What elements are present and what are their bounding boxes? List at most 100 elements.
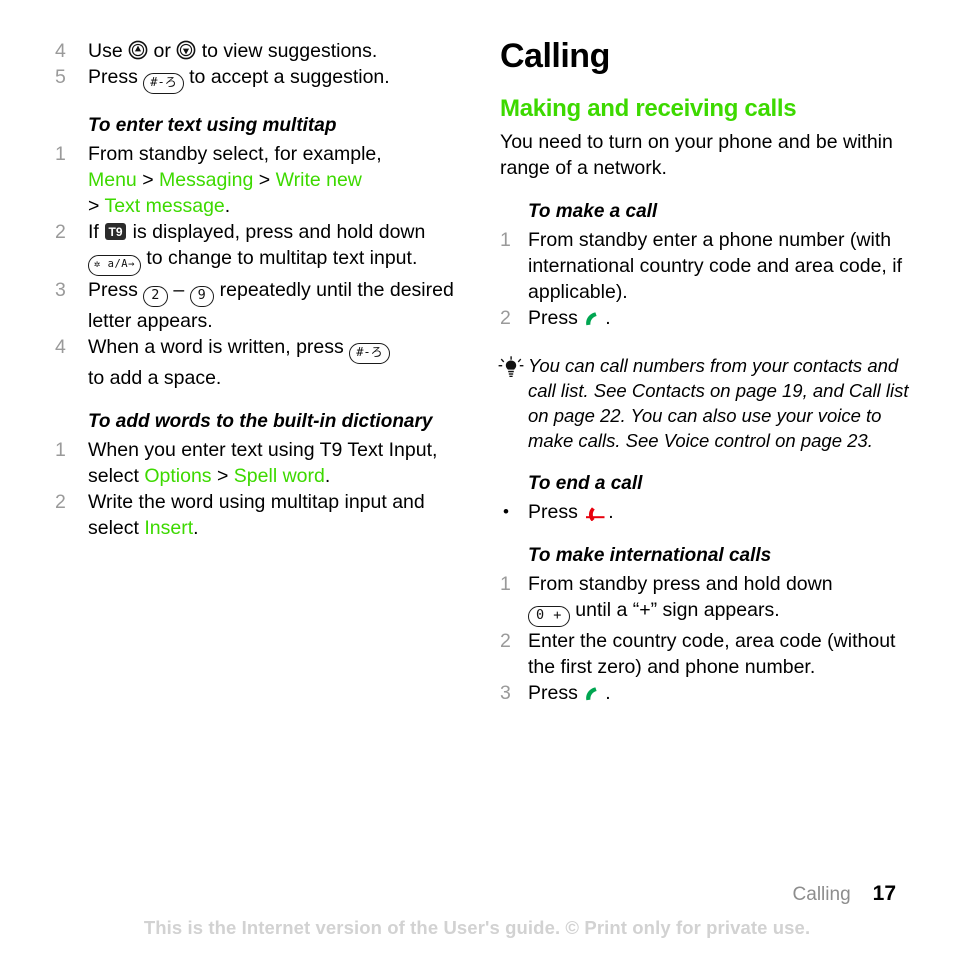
step-text-fragment: From standby press and hold down <box>528 573 833 596</box>
step-text-fragment: Press <box>528 682 584 705</box>
list-item: 2 If T9 is displayed, press and hold dow… <box>55 219 475 277</box>
procedure-heading-dictionary: To add words to the built-in dictionary <box>88 411 433 432</box>
bullet-marker: • <box>503 502 509 522</box>
step-text: Press . <box>528 682 611 704</box>
step-text: Enter the country code, area code (witho… <box>528 630 896 679</box>
procedure-step-list-international-calls: 1 From standby press and hold down 0 + u… <box>500 571 920 706</box>
list-item: 1 From standby enter a phone number (wit… <box>500 227 920 305</box>
step-text: Press . <box>528 501 614 523</box>
zero-plus-key-icon: 0 + <box>528 606 570 628</box>
nav-down-key-icon <box>176 40 196 60</box>
step-number: 3 <box>500 682 511 705</box>
procedure-step-list-multitap: 1 From standby select, for example, Menu … <box>55 141 475 391</box>
section-intro-text: You need to turn on your phone and be wi… <box>500 131 893 180</box>
path-separator: > <box>211 465 234 487</box>
list-item: • Press . <box>500 499 920 525</box>
path-separator: > <box>253 169 276 191</box>
step-number: 2 <box>55 221 66 243</box>
list-item: 2 Press . <box>500 305 920 331</box>
svg-text:T9: T9 <box>109 225 123 239</box>
list-item: 4 Use or to view suggestions. <box>55 38 475 64</box>
step-number: 1 <box>55 143 66 165</box>
step-text: From standby enter a phone number (with … <box>528 229 902 304</box>
list-item: 1 From standby select, for example, Menu … <box>55 141 475 219</box>
page-number: 17 <box>872 882 896 905</box>
step-text: If T9 is displayed, press and hold down ✲… <box>88 221 425 276</box>
step-text-fragment: Press <box>528 501 584 524</box>
step-text: From standby select, for example, Menu > … <box>88 143 382 217</box>
period: . <box>324 465 331 487</box>
step-text-fragment: until a “+” sign appears. <box>569 599 780 622</box>
step-text: Write the word using multitap input and … <box>88 491 425 539</box>
list-item: 2 Enter the country code, area code (wit… <box>500 628 920 680</box>
step-number: 3 <box>55 279 66 301</box>
call-green-icon <box>583 308 605 326</box>
procedure-heading-multitap: To enter text using multitap <box>88 115 337 136</box>
menu-path-options: Options <box>144 465 212 487</box>
key-range-dash: – <box>167 279 190 301</box>
procedure-heading-international-calls: To make international calls <box>528 545 772 567</box>
footer-page-marker: Calling 17 <box>793 882 896 906</box>
procedure-heading-make-call: To make a call <box>528 201 658 223</box>
step-text-fragment: If <box>88 221 105 243</box>
tip-callout: You can call numbers from your contacts … <box>498 353 920 453</box>
path-separator: > <box>88 195 105 217</box>
continued-step-list: 4 Use or to view suggestions. 5 Press #-… <box>55 38 475 95</box>
step-number: 1 <box>500 229 511 252</box>
step-text: Use or to view suggestions. <box>88 40 377 62</box>
step-text-fragment: or <box>148 40 177 62</box>
procedure-heading-end-call: To end a call <box>528 473 643 495</box>
step-number: 5 <box>55 66 66 88</box>
digit-key-9-icon: 9 <box>189 286 215 307</box>
list-item: 5 Press #-ろ to accept a suggestion. <box>55 64 475 95</box>
end-call-red-icon <box>583 502 608 522</box>
menu-path-messaging: Messaging <box>159 169 254 191</box>
left-column: 4 Use or to view suggestions. 5 Press #-… <box>55 38 475 541</box>
step-number: 2 <box>500 630 511 653</box>
list-item: 4 When a word is written, press #-ろ to a… <box>55 334 475 391</box>
tip-text: You can call numbers from your contacts … <box>528 355 909 452</box>
step-text: When you enter text using T9 Text Input,… <box>88 439 437 487</box>
step-number: 4 <box>55 336 66 358</box>
step-text-fragment: to view suggestions. <box>196 40 378 62</box>
step-number: 4 <box>55 40 66 62</box>
procedure-step-list-dictionary: 1 When you enter text using T9 Text Inpu… <box>55 437 475 541</box>
list-item: 3 Press . <box>500 680 920 706</box>
footer-copyright-notice: This is the Internet version of the User… <box>143 917 811 938</box>
period: . <box>605 307 611 330</box>
nav-up-key-icon <box>128 40 148 60</box>
step-text-fragment: to change to multitap text input. <box>140 247 418 269</box>
procedure-step-list-end-call: • Press . <box>500 499 920 525</box>
period: . <box>605 682 611 705</box>
digit-key-2-icon: 2 <box>143 286 168 307</box>
hash-key-icon: #-ろ <box>349 343 390 364</box>
list-item: 1 When you enter text using T9 Text Inpu… <box>55 437 475 489</box>
step-text-fragment: to add a space. <box>88 367 222 389</box>
document-page: 4 Use or to view suggestions. 5 Press #-… <box>0 0 954 954</box>
step-number: 2 <box>55 491 66 513</box>
step-text: Press 2 – 9 repeatedly until the desired… <box>88 279 454 332</box>
step-number: 2 <box>500 307 511 330</box>
t9-indicator-icon: T9 <box>104 222 127 241</box>
call-green-icon <box>583 683 605 701</box>
footer-chapter-name: Calling <box>792 884 851 905</box>
page-title: Calling <box>500 37 610 75</box>
procedure-step-list-make-call: 1 From standby enter a phone number (wit… <box>500 227 920 331</box>
step-number: 1 <box>55 439 66 461</box>
step-text-fragment: When a word is written, press <box>88 336 350 358</box>
path-separator: > <box>136 169 160 191</box>
list-item: 1 From standby press and hold down 0 + u… <box>500 571 920 628</box>
menu-path-menu: Menu <box>88 169 137 191</box>
step-text-fragment: to accept a suggestion. <box>183 66 390 88</box>
step-text: When a word is written, press #-ろ to add… <box>88 336 390 389</box>
step-text-fragment: Write the word using multitap input and … <box>88 491 425 539</box>
step-text: Press . <box>528 307 611 329</box>
menu-path-insert: Insert <box>144 517 194 539</box>
step-text-fragment: Press <box>88 66 144 88</box>
list-item: 2 Write the word using multitap input an… <box>55 489 475 541</box>
menu-path-text-message: Text message <box>104 195 225 217</box>
step-number: 1 <box>500 573 511 596</box>
period: . <box>193 517 199 539</box>
step-text-fragment: Use <box>88 40 129 62</box>
period: . <box>608 501 614 524</box>
